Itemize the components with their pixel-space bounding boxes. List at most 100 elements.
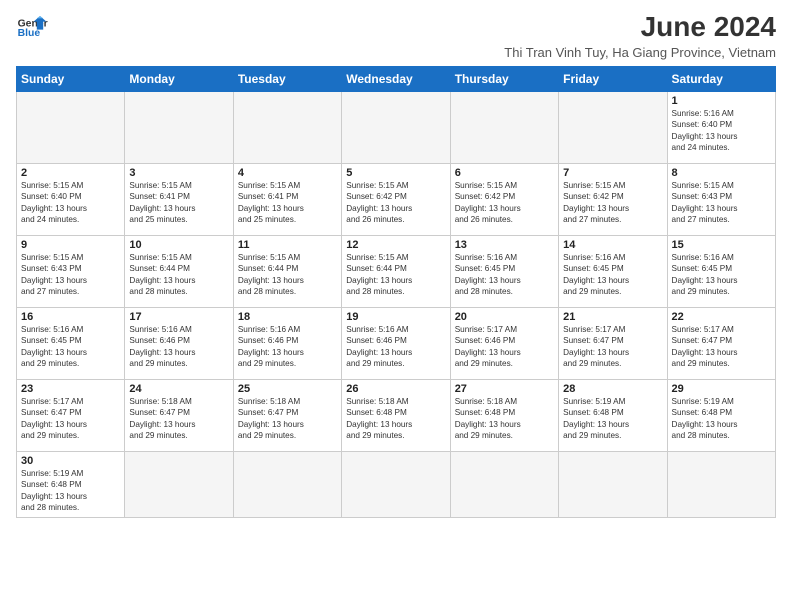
day-info: Sunrise: 5:16 AM Sunset: 6:46 PM Dayligh… [129, 324, 228, 370]
calendar-cell [125, 91, 233, 163]
calendar-cell: 3Sunrise: 5:15 AM Sunset: 6:41 PM Daylig… [125, 163, 233, 235]
calendar-cell [233, 91, 341, 163]
day-info: Sunrise: 5:16 AM Sunset: 6:45 PM Dayligh… [563, 252, 662, 298]
week-row-2: 9Sunrise: 5:15 AM Sunset: 6:43 PM Daylig… [17, 235, 776, 307]
calendar-cell: 4Sunrise: 5:15 AM Sunset: 6:41 PM Daylig… [233, 163, 341, 235]
day-info: Sunrise: 5:15 AM Sunset: 6:44 PM Dayligh… [129, 252, 228, 298]
calendar-cell: 19Sunrise: 5:16 AM Sunset: 6:46 PM Dayli… [342, 307, 450, 379]
day-number: 24 [129, 383, 228, 395]
week-row-4: 23Sunrise: 5:17 AM Sunset: 6:47 PM Dayli… [17, 379, 776, 451]
day-info: Sunrise: 5:15 AM Sunset: 6:41 PM Dayligh… [238, 180, 337, 226]
day-number: 13 [455, 239, 554, 251]
calendar-cell: 11Sunrise: 5:15 AM Sunset: 6:44 PM Dayli… [233, 235, 341, 307]
calendar-cell: 30Sunrise: 5:19 AM Sunset: 6:48 PM Dayli… [17, 451, 125, 517]
week-row-3: 16Sunrise: 5:16 AM Sunset: 6:45 PM Dayli… [17, 307, 776, 379]
day-info: Sunrise: 5:16 AM Sunset: 6:45 PM Dayligh… [672, 252, 771, 298]
day-info: Sunrise: 5:15 AM Sunset: 6:44 PM Dayligh… [346, 252, 445, 298]
day-info: Sunrise: 5:17 AM Sunset: 6:47 PM Dayligh… [21, 396, 120, 442]
day-number: 30 [21, 455, 120, 467]
calendar-cell: 26Sunrise: 5:18 AM Sunset: 6:48 PM Dayli… [342, 379, 450, 451]
header-monday: Monday [125, 66, 233, 91]
day-info: Sunrise: 5:18 AM Sunset: 6:47 PM Dayligh… [238, 396, 337, 442]
calendar-cell: 15Sunrise: 5:16 AM Sunset: 6:45 PM Dayli… [667, 235, 775, 307]
calendar-cell: 6Sunrise: 5:15 AM Sunset: 6:42 PM Daylig… [450, 163, 558, 235]
day-number: 15 [672, 239, 771, 251]
calendar-title: June 2024 [504, 12, 776, 43]
day-number: 22 [672, 311, 771, 323]
day-number: 5 [346, 167, 445, 179]
day-info: Sunrise: 5:15 AM Sunset: 6:42 PM Dayligh… [563, 180, 662, 226]
day-number: 3 [129, 167, 228, 179]
day-number: 23 [21, 383, 120, 395]
day-number: 11 [238, 239, 337, 251]
calendar-cell [125, 451, 233, 517]
day-info: Sunrise: 5:16 AM Sunset: 6:45 PM Dayligh… [455, 252, 554, 298]
day-number: 8 [672, 167, 771, 179]
day-number: 4 [238, 167, 337, 179]
calendar-cell [450, 451, 558, 517]
calendar-cell: 10Sunrise: 5:15 AM Sunset: 6:44 PM Dayli… [125, 235, 233, 307]
logo: General Blue [16, 12, 48, 44]
day-info: Sunrise: 5:19 AM Sunset: 6:48 PM Dayligh… [563, 396, 662, 442]
svg-text:Blue: Blue [18, 28, 41, 39]
header-thursday: Thursday [450, 66, 558, 91]
calendar-cell: 20Sunrise: 5:17 AM Sunset: 6:46 PM Dayli… [450, 307, 558, 379]
day-number: 7 [563, 167, 662, 179]
calendar-cell: 28Sunrise: 5:19 AM Sunset: 6:48 PM Dayli… [559, 379, 667, 451]
calendar-cell: 29Sunrise: 5:19 AM Sunset: 6:48 PM Dayli… [667, 379, 775, 451]
header: General Blue June 2024 Thi Tran Vinh Tuy… [16, 12, 776, 60]
calendar-cell: 2Sunrise: 5:15 AM Sunset: 6:40 PM Daylig… [17, 163, 125, 235]
calendar-cell: 16Sunrise: 5:16 AM Sunset: 6:45 PM Dayli… [17, 307, 125, 379]
title-block: June 2024 Thi Tran Vinh Tuy, Ha Giang Pr… [504, 12, 776, 60]
day-info: Sunrise: 5:15 AM Sunset: 6:43 PM Dayligh… [672, 180, 771, 226]
calendar-cell: 7Sunrise: 5:15 AM Sunset: 6:42 PM Daylig… [559, 163, 667, 235]
calendar-cell [342, 451, 450, 517]
day-info: Sunrise: 5:18 AM Sunset: 6:47 PM Dayligh… [129, 396, 228, 442]
day-info: Sunrise: 5:18 AM Sunset: 6:48 PM Dayligh… [455, 396, 554, 442]
logo-icon: General Blue [16, 12, 48, 44]
calendar-page: General Blue June 2024 Thi Tran Vinh Tuy… [0, 0, 792, 612]
day-number: 29 [672, 383, 771, 395]
calendar-cell: 13Sunrise: 5:16 AM Sunset: 6:45 PM Dayli… [450, 235, 558, 307]
day-info: Sunrise: 5:15 AM Sunset: 6:40 PM Dayligh… [21, 180, 120, 226]
day-info: Sunrise: 5:15 AM Sunset: 6:44 PM Dayligh… [238, 252, 337, 298]
header-friday: Friday [559, 66, 667, 91]
day-info: Sunrise: 5:15 AM Sunset: 6:41 PM Dayligh… [129, 180, 228, 226]
day-number: 12 [346, 239, 445, 251]
calendar-subtitle: Thi Tran Vinh Tuy, Ha Giang Province, Vi… [504, 45, 776, 60]
week-row-1: 2Sunrise: 5:15 AM Sunset: 6:40 PM Daylig… [17, 163, 776, 235]
calendar-cell: 17Sunrise: 5:16 AM Sunset: 6:46 PM Dayli… [125, 307, 233, 379]
day-number: 9 [21, 239, 120, 251]
day-info: Sunrise: 5:16 AM Sunset: 6:46 PM Dayligh… [346, 324, 445, 370]
day-number: 10 [129, 239, 228, 251]
day-number: 18 [238, 311, 337, 323]
day-info: Sunrise: 5:15 AM Sunset: 6:43 PM Dayligh… [21, 252, 120, 298]
day-number: 21 [563, 311, 662, 323]
day-info: Sunrise: 5:15 AM Sunset: 6:42 PM Dayligh… [455, 180, 554, 226]
calendar-cell [559, 451, 667, 517]
week-row-5: 30Sunrise: 5:19 AM Sunset: 6:48 PM Dayli… [17, 451, 776, 517]
calendar-table: SundayMondayTuesdayWednesdayThursdayFrid… [16, 66, 776, 518]
calendar-cell [450, 91, 558, 163]
calendar-cell: 9Sunrise: 5:15 AM Sunset: 6:43 PM Daylig… [17, 235, 125, 307]
day-number: 19 [346, 311, 445, 323]
header-row: SundayMondayTuesdayWednesdayThursdayFrid… [17, 66, 776, 91]
day-info: Sunrise: 5:17 AM Sunset: 6:47 PM Dayligh… [672, 324, 771, 370]
calendar-cell: 1Sunrise: 5:16 AM Sunset: 6:40 PM Daylig… [667, 91, 775, 163]
day-info: Sunrise: 5:16 AM Sunset: 6:40 PM Dayligh… [672, 108, 771, 154]
header-wednesday: Wednesday [342, 66, 450, 91]
calendar-cell [17, 91, 125, 163]
calendar-cell [559, 91, 667, 163]
day-number: 27 [455, 383, 554, 395]
day-number: 17 [129, 311, 228, 323]
calendar-cell [342, 91, 450, 163]
day-info: Sunrise: 5:15 AM Sunset: 6:42 PM Dayligh… [346, 180, 445, 226]
calendar-cell: 14Sunrise: 5:16 AM Sunset: 6:45 PM Dayli… [559, 235, 667, 307]
calendar-cell: 18Sunrise: 5:16 AM Sunset: 6:46 PM Dayli… [233, 307, 341, 379]
day-number: 14 [563, 239, 662, 251]
day-info: Sunrise: 5:17 AM Sunset: 6:46 PM Dayligh… [455, 324, 554, 370]
calendar-cell: 25Sunrise: 5:18 AM Sunset: 6:47 PM Dayli… [233, 379, 341, 451]
day-info: Sunrise: 5:17 AM Sunset: 6:47 PM Dayligh… [563, 324, 662, 370]
header-saturday: Saturday [667, 66, 775, 91]
calendar-cell: 27Sunrise: 5:18 AM Sunset: 6:48 PM Dayli… [450, 379, 558, 451]
